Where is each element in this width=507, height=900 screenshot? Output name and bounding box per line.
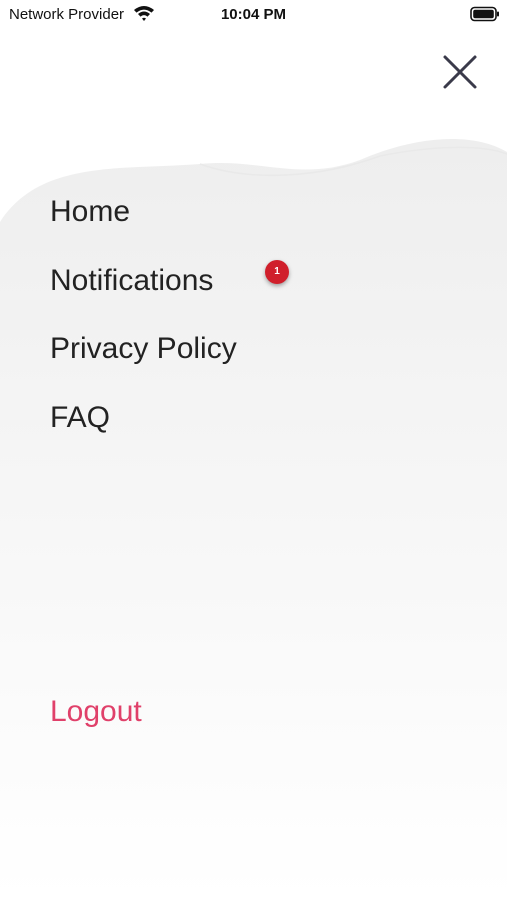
close-button[interactable] — [438, 50, 482, 94]
menu-item-notifications[interactable]: Notifications — [50, 259, 237, 328]
menu-item-privacy-policy[interactable]: Privacy Policy — [50, 327, 237, 396]
notification-badge: 1 — [265, 260, 289, 284]
side-menu: Home Notifications Privacy Policy FAQ 1 — [50, 190, 289, 465]
battery-icon — [470, 6, 500, 27]
menu-item-home[interactable]: Home — [50, 190, 237, 259]
close-icon — [443, 55, 477, 89]
status-time: 10:04 PM — [220, 6, 287, 23]
menu-item-faq[interactable]: FAQ — [50, 396, 237, 465]
logout-button[interactable]: Logout — [50, 690, 142, 734]
status-bar: Network Provider 10:04 PM — [0, 0, 507, 30]
